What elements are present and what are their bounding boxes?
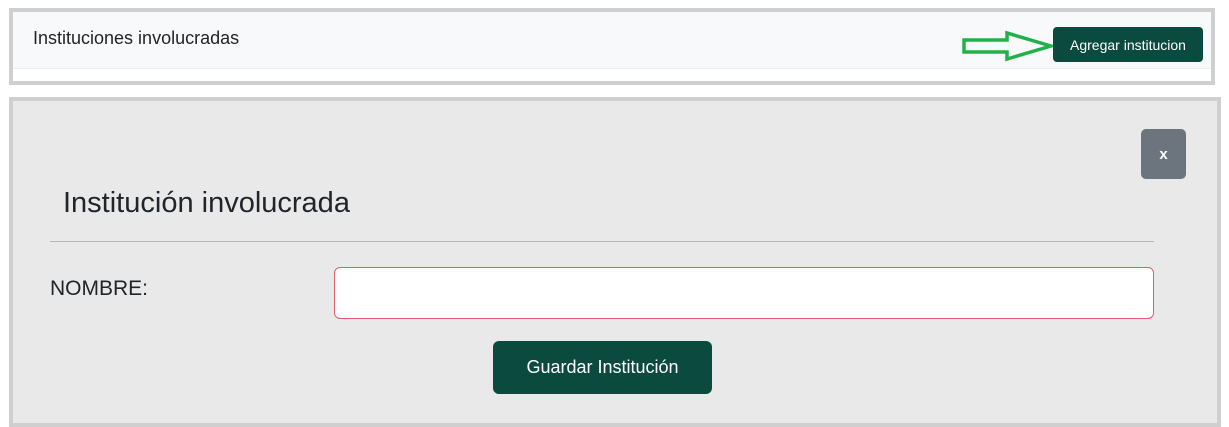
section-title: Instituciones involucradas bbox=[33, 28, 240, 48]
add-institution-button[interactable]: Agregar institucion bbox=[1053, 27, 1203, 62]
modal-title: Institución involucrada bbox=[63, 187, 350, 219]
name-label: NOMBRE: bbox=[50, 277, 149, 300]
institutions-header: Instituciones involucradas Agregar insti… bbox=[13, 12, 1211, 69]
close-button[interactable]: x bbox=[1141, 129, 1186, 179]
save-institution-button[interactable]: Guardar Institución bbox=[493, 341, 712, 394]
institution-modal: x Institución involucrada NOMBRE: Guarda… bbox=[9, 97, 1221, 427]
arrow-right-icon bbox=[962, 30, 1057, 62]
name-input[interactable] bbox=[334, 267, 1154, 319]
divider bbox=[50, 241, 1154, 242]
institutions-panel: Instituciones involucradas Agregar insti… bbox=[9, 8, 1215, 85]
